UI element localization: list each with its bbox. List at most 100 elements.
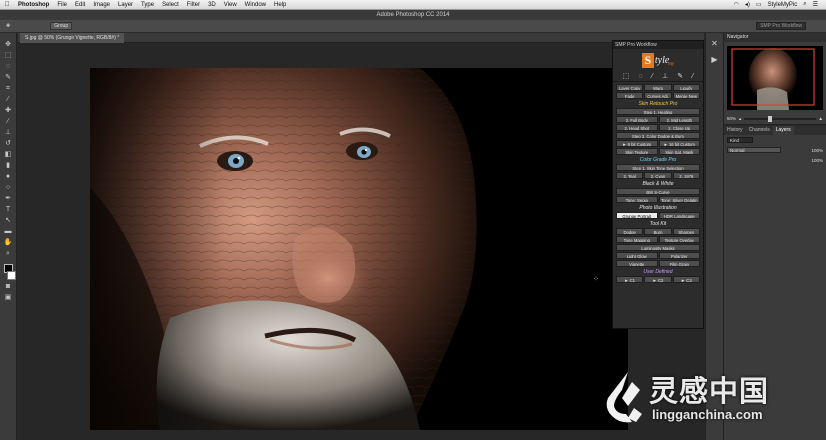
hand-tool-icon[interactable]: ✋ <box>4 239 13 247</box>
marquee-tool-icon[interactable]: ⬚ <box>4 52 13 60</box>
layer-copy-button[interactable]: Layer Copy <box>616 84 644 91</box>
film-grain-button[interactable]: Film Grain <box>658 260 700 267</box>
gradient-tool-icon[interactable]: ▮ <box>4 162 13 170</box>
liquify-button[interactable]: Liquify <box>672 84 700 91</box>
eraser-tool-icon[interactable]: ◧ <box>4 151 13 159</box>
menu-image[interactable]: Image <box>89 2 114 8</box>
workspace-switcher[interactable]: SMP Pro Workflow <box>756 22 806 30</box>
c3-button[interactable]: ► C3 <box>672 276 700 283</box>
tone-silver-button[interactable]: Tone: Silver Gelatin <box>658 196 700 203</box>
menu-list-icon[interactable]: ☰ <box>813 1 818 8</box>
zoom-slider[interactable] <box>744 115 816 122</box>
history-brush-icon[interactable]: ↺ <box>4 140 13 148</box>
luminosity-masks-button[interactable]: Luminosity Masks <box>616 244 700 251</box>
eyedropper-icon[interactable]: ⁄ <box>692 73 693 80</box>
custom-16bit-button[interactable]: ► 16 bit Custom <box>658 140 700 147</box>
move-tool-icon[interactable]: ✥ <box>4 41 13 49</box>
bw-s-curve-button[interactable]: BW S-Curve <box>616 188 700 195</box>
background-color[interactable] <box>6 271 16 280</box>
polarizer-button[interactable]: Polarizer <box>658 252 700 259</box>
stamp-icon[interactable]: ⊥ <box>662 72 668 80</box>
kind-filter-dropdown[interactable]: Kind <box>727 137 753 143</box>
tone-sepia-button[interactable]: Tone: Sepia <box>616 196 658 203</box>
play-action-icon[interactable]: ▶ <box>709 55 721 65</box>
opacity-value[interactable]: 100% <box>811 148 823 153</box>
shape-tool-icon[interactable]: ▬ <box>4 228 13 236</box>
zoom-in-icon[interactable]: ▲ <box>819 116 823 121</box>
1976-button[interactable]: 2. 1976 <box>672 172 700 179</box>
full-body-button[interactable]: 2. Full Body <box>616 116 658 123</box>
lasso-tool-icon[interactable]: ◌ <box>4 63 13 71</box>
menu-type[interactable]: Type <box>137 2 158 8</box>
quick-select-tool-icon[interactable]: ✎ <box>4 74 13 82</box>
blend-mode-dropdown[interactable]: Normal <box>727 147 781 153</box>
curves-adj-button[interactable]: Curves Adj. <box>644 92 672 99</box>
type-tool-icon[interactable]: T <box>4 206 13 214</box>
pen-tool-icon[interactable]: ✒ <box>4 195 13 203</box>
merge-new-button[interactable]: Merge New <box>672 92 700 99</box>
menu-select[interactable]: Select <box>158 2 183 8</box>
zoom-out-icon[interactable]: ▴ <box>739 116 741 122</box>
marquee-icon[interactable]: ⬚ <box>623 72 630 80</box>
grunge-portrait-button[interactable]: Grunge Portrait <box>616 212 658 219</box>
texture-overlay-button[interactable]: Texture Overlay <box>658 236 700 243</box>
stamp-tool-icon[interactable]: ⊥ <box>4 129 13 137</box>
head-shot-button[interactable]: 2. Head Shot <box>616 124 658 131</box>
user-name[interactable]: StyleMyPic <box>768 2 798 8</box>
c2-button[interactable]: ► C2 <box>644 276 672 283</box>
skin-texture-button[interactable]: Skin Texture <box>616 148 658 155</box>
menu-layer[interactable]: Layer <box>114 2 137 8</box>
mid-length-button[interactable]: 2. Mid Length <box>658 116 700 123</box>
volume-icon[interactable]: ◂) <box>745 1 750 8</box>
hdr-landscape-button[interactable]: HDR Landscape <box>658 212 700 219</box>
close-up-button[interactable]: 2. Close Up <box>658 124 700 131</box>
screen-mode-icon[interactable]: ▣ <box>4 294 13 302</box>
menu-filter[interactable]: Filter <box>183 2 204 8</box>
navigator-tab[interactable]: Navigator <box>724 33 826 42</box>
auto-select-dropdown[interactable]: Group <box>50 22 73 30</box>
dodge-button[interactable]: Dodge <box>616 228 644 235</box>
vignette-button[interactable]: Vignette <box>616 260 658 267</box>
warp-button[interactable]: Warp <box>644 84 672 91</box>
eyedropper-tool-icon[interactable]: ⁄ <box>4 96 13 104</box>
tone-mapping-button[interactable]: Tone Mapping <box>616 236 658 243</box>
tab-channels[interactable]: Channels <box>746 126 773 135</box>
menu-3d[interactable]: 3D <box>204 2 220 8</box>
fill-value[interactable]: 100% <box>811 158 823 163</box>
wifi-icon[interactable]: ◠ <box>734 1 739 8</box>
menu-photoshop[interactable]: Photoshop <box>14 2 53 8</box>
teal-button[interactable]: 2. Teal <box>616 172 644 179</box>
menu-file[interactable]: File <box>53 2 71 8</box>
crop-tool-icon[interactable]: ⌗ <box>4 85 13 93</box>
step3-dodge-burn-button[interactable]: Step 3. Color Dodge & Burn <box>616 132 700 139</box>
healing-tool-icon[interactable]: ✚ <box>4 107 13 115</box>
quick-mask-icon[interactable]: ◙ <box>4 283 13 291</box>
cyan-button[interactable]: 2. Cyan <box>644 172 672 179</box>
brush-icon[interactable]: ∕ <box>652 73 653 80</box>
zoom-percent[interactable]: 50% <box>727 116 736 121</box>
blur-tool-icon[interactable]: ● <box>4 173 13 181</box>
smp-extension-icon[interactable]: ✕ <box>709 39 721 49</box>
light-glow-button[interactable]: Light Glow <box>616 252 658 259</box>
custom-8bit-button[interactable]: ► 8 bit Custom <box>616 140 658 147</box>
menu-view[interactable]: View <box>220 2 241 8</box>
tab-history[interactable]: History <box>724 126 746 135</box>
navigator-thumbnail[interactable] <box>727 46 823 110</box>
document-tab[interactable]: S.jpg @ 50% (Grunge Vignette, RGB/8#) * <box>20 33 125 43</box>
zoom-tool-icon[interactable]: ⌕ <box>4 250 13 258</box>
dodge-tool-icon[interactable]: ○ <box>4 184 13 192</box>
apple-icon[interactable]:  <box>0 1 14 8</box>
pen-icon[interactable]: ✎ <box>677 72 683 80</box>
photo-old-man-portrait[interactable] <box>90 68 628 430</box>
search-icon[interactable]: ⌕ <box>803 1 806 8</box>
step1-healing-button[interactable]: Step 1. Healing <box>616 108 700 115</box>
skin-sat-mask-button[interactable]: Skin Sat. Mask <box>658 148 700 155</box>
path-select-icon[interactable]: ↖ <box>4 217 13 225</box>
c1-button[interactable]: ► C1 <box>616 276 644 283</box>
sharpen-button[interactable]: Sharpen <box>672 228 700 235</box>
brush-tool-icon[interactable]: ∕ <box>4 118 13 126</box>
tab-layers[interactable]: Layers <box>772 126 794 135</box>
lasso-icon[interactable]: ◌ <box>638 73 642 80</box>
menu-window[interactable]: Window <box>241 2 270 8</box>
menu-help[interactable]: Help <box>270 2 290 8</box>
